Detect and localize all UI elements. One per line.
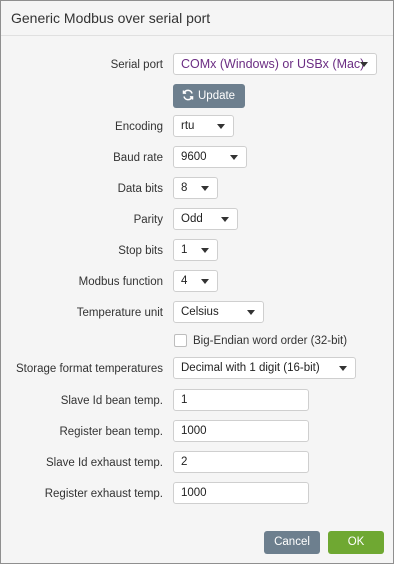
- cancel-button[interactable]: Cancel: [264, 531, 320, 554]
- chevron-down-icon: [360, 62, 368, 67]
- chevron-down-icon: [339, 366, 347, 371]
- encoding-value: rtu: [181, 120, 195, 132]
- update-button[interactable]: Update: [173, 84, 245, 108]
- baud-rate-label: Baud rate: [113, 152, 163, 164]
- serial-port-label: Serial port: [110, 59, 163, 71]
- slave-id-bean-value: 1: [181, 394, 188, 406]
- stop-bits-select[interactable]: 1: [173, 239, 218, 261]
- serial-port-value: COMx (Windows) or USBx (Mac): [181, 57, 365, 71]
- encoding-select[interactable]: rtu: [173, 115, 234, 137]
- chevron-down-icon: [247, 310, 255, 315]
- encoding-label: Encoding: [115, 121, 163, 133]
- chevron-down-icon: [201, 279, 209, 284]
- storage-format-label: Storage format temperatures: [15, 363, 163, 375]
- slave-id-exhaust-value: 2: [181, 456, 188, 468]
- register-bean-label: Register bean temp.: [59, 426, 163, 438]
- temperature-unit-label: Temperature unit: [76, 307, 163, 319]
- modbus-dialog: Generic Modbus over serial port Serial p…: [0, 0, 394, 564]
- refresh-icon: [182, 89, 194, 101]
- big-endian-checkbox[interactable]: [174, 334, 187, 347]
- slave-id-bean-field[interactable]: 1: [173, 389, 309, 411]
- stop-bits-label: Stop bits: [118, 245, 163, 257]
- chevron-down-icon: [201, 186, 209, 191]
- register-exhaust-label: Register exhaust temp.: [44, 488, 163, 500]
- storage-format-value: Decimal with 1 digit (16-bit): [181, 362, 320, 374]
- register-exhaust-field[interactable]: 1000: [173, 482, 309, 504]
- ok-button[interactable]: OK: [328, 531, 384, 554]
- update-button-label: Update: [198, 90, 236, 102]
- modbus-function-value: 4: [181, 275, 188, 287]
- storage-format-select[interactable]: Decimal with 1 digit (16-bit): [173, 357, 356, 379]
- data-bits-label: Data bits: [117, 183, 163, 195]
- slave-id-exhaust-label: Slave Id exhaust temp.: [46, 457, 163, 469]
- slave-id-bean-label: Slave Id bean temp.: [60, 395, 163, 407]
- dialog-title: Generic Modbus over serial port: [11, 10, 211, 26]
- parity-value: Odd: [181, 213, 203, 225]
- parity-select[interactable]: Odd: [173, 208, 238, 230]
- big-endian-label: Big-Endian word order (32-bit): [193, 335, 348, 347]
- modbus-function-label: Modbus function: [78, 276, 163, 288]
- stop-bits-value: 1: [181, 244, 188, 256]
- register-bean-field[interactable]: 1000: [173, 420, 309, 442]
- baud-rate-select[interactable]: 9600: [173, 146, 247, 168]
- parity-label: Parity: [133, 214, 163, 226]
- serial-port-select[interactable]: COMx (Windows) or USBx (Mac): [173, 53, 377, 75]
- slave-id-exhaust-field[interactable]: 2: [173, 451, 309, 473]
- baud-rate-value: 9600: [181, 151, 207, 163]
- data-bits-value: 8: [181, 182, 188, 194]
- chevron-down-icon: [217, 124, 225, 129]
- chevron-down-icon: [201, 248, 209, 253]
- data-bits-select[interactable]: 8: [173, 177, 218, 199]
- chevron-down-icon: [230, 155, 238, 160]
- modbus-function-select[interactable]: 4: [173, 270, 218, 292]
- chevron-down-icon: [221, 217, 229, 222]
- register-bean-value: 1000: [181, 425, 207, 437]
- temperature-unit-value: Celsius: [181, 306, 219, 318]
- title-bar: Generic Modbus over serial port: [1, 1, 393, 36]
- temperature-unit-select[interactable]: Celsius: [173, 301, 264, 323]
- register-exhaust-value: 1000: [181, 487, 207, 499]
